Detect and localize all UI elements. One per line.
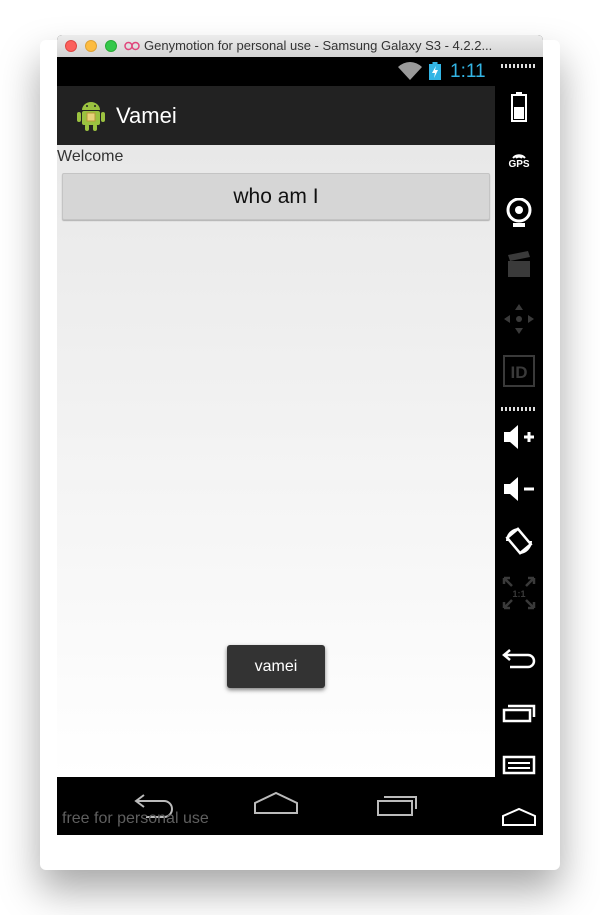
fit-to-screen-icon: 1:1 [495, 573, 543, 613]
video-capture-icon [495, 245, 543, 285]
action-bar: Vamei [57, 86, 495, 145]
app-title: Vamei [116, 103, 177, 128]
who-am-i-button[interactable]: who am I [62, 173, 490, 220]
status-time: 1:11 [450, 61, 486, 82]
sidebar-home-icon[interactable] [495, 797, 543, 835]
device-id-icon: ID [495, 351, 543, 391]
sidebar-grip-2 [501, 407, 537, 411]
welcome-text: Welcome [57, 148, 124, 165]
title-bar: Genymotion for personal use - Samsung Ga… [57, 35, 543, 58]
minimize-window-button[interactable] [85, 40, 97, 52]
id-label: ID [511, 363, 528, 382]
android-screen: 1:11 Vamei Welcome who am I vamei free f… [57, 57, 495, 835]
genymotion-icon [124, 41, 140, 51]
navigation-bar: free for personal use [57, 777, 495, 835]
menu-icon[interactable] [495, 745, 543, 785]
sidebar-recent-apps-icon[interactable] [495, 693, 543, 733]
window-title: Genymotion for personal use - Samsung Ga… [144, 38, 493, 53]
gps-label: GPS [508, 158, 530, 170]
wifi-icon [398, 62, 422, 80]
sidebar-back-icon[interactable] [495, 639, 543, 679]
toast-message: vamei [227, 645, 325, 688]
zoom-window-button[interactable] [105, 40, 117, 52]
watermark-text: free for personal use [62, 810, 209, 827]
volume-up-icon[interactable] [495, 417, 543, 457]
fit-label: 1:1 [512, 589, 525, 599]
webcam-icon[interactable] [495, 193, 543, 233]
rotate-icon[interactable] [495, 521, 543, 561]
emulator-window: Genymotion for personal use - Samsung Ga… [57, 35, 543, 835]
home-icon[interactable] [253, 791, 299, 819]
sidebar-grip [501, 64, 537, 68]
close-window-button[interactable] [65, 40, 77, 52]
gps-icon[interactable]: GPS [495, 139, 543, 179]
status-bar: 1:11 [57, 57, 495, 86]
main-content: Welcome who am I vamei [57, 145, 495, 777]
battery-charging-icon [429, 62, 441, 80]
volume-down-icon[interactable] [495, 469, 543, 509]
battery-icon[interactable] [495, 87, 543, 127]
dpad-icon [495, 299, 543, 339]
android-robot-icon [77, 102, 105, 131]
genymotion-sidebar: GPS ID 1:1 [495, 57, 543, 835]
recent-apps-icon[interactable] [375, 791, 421, 819]
